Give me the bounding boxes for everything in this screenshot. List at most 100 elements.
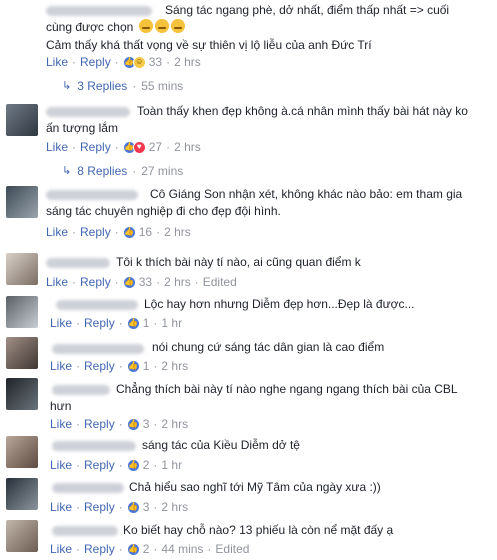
reply-button[interactable]: Reply	[84, 458, 115, 472]
avatar[interactable]	[6, 378, 38, 410]
separator: ·	[118, 359, 123, 373]
like-button[interactable]: Like	[46, 140, 68, 154]
reaction-count: 33	[138, 275, 153, 289]
view-replies[interactable]: ↳ 3 Replies · 55 mins	[62, 79, 183, 93]
comment-time[interactable]: 2 hrs	[161, 359, 188, 373]
commenter-name-blurred[interactable]	[52, 344, 144, 354]
separator: ·	[132, 79, 137, 93]
reactions[interactable]: 👍 3	[126, 417, 149, 431]
reply-button[interactable]: Reply	[84, 359, 115, 373]
comment-time[interactable]: 2 hrs	[164, 275, 191, 289]
separator: ·	[153, 542, 158, 556]
separator: ·	[76, 500, 81, 514]
replies-link[interactable]: 8 Replies	[77, 164, 127, 178]
comment-text: Lộc hay hơn nhưng Diễm đẹp hơn...Đẹp là …	[144, 296, 415, 313]
reply-button[interactable]: Reply	[80, 225, 111, 239]
reactions[interactable]: 👍 3	[126, 500, 149, 514]
like-button[interactable]: Like	[50, 458, 72, 472]
reply-button[interactable]: Reply	[84, 500, 115, 514]
like-button[interactable]: Like	[46, 225, 68, 239]
reactions[interactable]: 👍 2	[126, 542, 149, 556]
avatar[interactable]	[6, 104, 38, 136]
reactions[interactable]: 👍 33	[122, 275, 153, 289]
commenter-name-blurred[interactable]	[46, 6, 152, 16]
replies-link[interactable]: 3 Replies	[77, 79, 127, 93]
commenter-name-blurred[interactable]	[46, 190, 138, 200]
reactions[interactable]: 👍 ☺ 33	[122, 55, 162, 69]
comment-time[interactable]: 2 hrs	[174, 140, 201, 154]
comment-time[interactable]: 1 hr	[161, 316, 182, 330]
comment-line: sáng tác chuyên nghiệp đi cho đẹp đội hì…	[46, 204, 281, 218]
like-button[interactable]: Like	[50, 500, 72, 514]
edited-link[interactable]: Edited	[215, 542, 249, 556]
comment-text: Toàn thấy khen đẹp không à.cá nhân mình …	[137, 103, 468, 120]
comment-text: hưn	[50, 398, 71, 415]
comment-text: cùng được chọn	[46, 19, 185, 36]
comment-actions: Like · Reply · 👍 16 · 2 hrs	[46, 225, 191, 239]
reply-button[interactable]: Reply	[84, 316, 115, 330]
unamused-face-icon	[170, 19, 185, 33]
separator: ·	[166, 140, 171, 154]
separator: ·	[118, 542, 123, 556]
commenter-name-blurred[interactable]	[46, 258, 110, 268]
comment-line: cùng được chọn	[46, 20, 134, 34]
comment-time[interactable]: 2 hrs	[161, 417, 188, 431]
avatar[interactable]	[6, 296, 38, 328]
commenter-name-blurred[interactable]	[46, 107, 130, 117]
commenter-name-blurred[interactable]	[56, 300, 138, 310]
avatar[interactable]	[6, 436, 38, 468]
like-button[interactable]: Like	[50, 417, 72, 431]
like-button[interactable]: Like	[46, 275, 68, 289]
comment-text: Cô Giáng Son nhận xét, không khác nào bả…	[150, 186, 462, 203]
comment-actions: Like · Reply · 👍 ♥ 27 · 2 hrs	[46, 140, 201, 154]
avatar[interactable]	[6, 186, 38, 218]
commenter-name-blurred[interactable]	[52, 385, 110, 395]
like-button[interactable]: Like	[50, 316, 72, 330]
comment-time[interactable]: 2 hrs	[164, 225, 191, 239]
comment-actions: Like · Reply · 👍 2 · 44 mins · Edited	[50, 542, 249, 556]
separator: ·	[118, 500, 123, 514]
reply-button[interactable]: Reply	[80, 275, 111, 289]
view-replies[interactable]: ↳ 8 Replies · 27 mins	[62, 164, 183, 178]
comment-line: ấn tượng lắm	[46, 121, 118, 135]
commenter-name-blurred[interactable]	[52, 526, 118, 536]
reactions[interactable]: 👍 16	[122, 225, 153, 239]
commenter-name-blurred[interactable]	[52, 441, 136, 451]
comment-line: sáng tác của Kiều Diễm dở tệ	[142, 438, 300, 452]
avatar[interactable]	[6, 478, 38, 510]
separator: ·	[114, 140, 119, 154]
comment-time[interactable]: 2 hrs	[174, 55, 201, 69]
reactions[interactable]: 👍 1	[126, 359, 149, 373]
reaction-count: 16	[138, 225, 153, 239]
separator: ·	[114, 55, 119, 69]
comment-time[interactable]: 1 hr	[161, 458, 182, 472]
avatar[interactable]	[6, 520, 38, 552]
like-reaction-icon: 👍	[126, 417, 140, 431]
comment-text: sáng tác của Kiều Diễm dở tệ	[142, 437, 300, 454]
separator: ·	[207, 542, 212, 556]
separator: ·	[76, 359, 81, 373]
reply-button[interactable]: Reply	[84, 417, 115, 431]
edited-link[interactable]: Edited	[203, 275, 237, 289]
reply-button[interactable]: Reply	[80, 55, 111, 69]
comment-actions: Like · Reply · 👍 2 · 1 hr	[50, 458, 182, 472]
like-button[interactable]: Like	[50, 359, 72, 373]
comment-line: Chẳng thích bài này tí nào nghe ngang ng…	[116, 382, 458, 396]
commenter-name-blurred[interactable]	[52, 483, 124, 493]
comment-time[interactable]: 44 mins	[161, 542, 203, 556]
unamused-face-icon	[154, 19, 169, 33]
reply-button[interactable]: Reply	[84, 542, 115, 556]
comment-text: Chẳng thích bài này tí nào nghe ngang ng…	[116, 381, 458, 398]
avatar[interactable]	[6, 337, 38, 369]
like-button[interactable]: Like	[50, 542, 72, 556]
reactions[interactable]: 👍 1	[126, 316, 149, 330]
reactions[interactable]: 👍 ♥ 27	[122, 140, 162, 154]
like-button[interactable]: Like	[46, 55, 68, 69]
reply-button[interactable]: Reply	[80, 140, 111, 154]
comment-line: Tôi k thích bài này tí nào, ai cũng quan…	[116, 255, 361, 269]
unamused-face-icon	[138, 19, 153, 33]
comment-time[interactable]: 2 hrs	[161, 500, 188, 514]
avatar[interactable]	[6, 253, 38, 285]
reactions[interactable]: 👍 2	[126, 458, 149, 472]
reply-arrow-icon: ↳	[62, 165, 72, 177]
